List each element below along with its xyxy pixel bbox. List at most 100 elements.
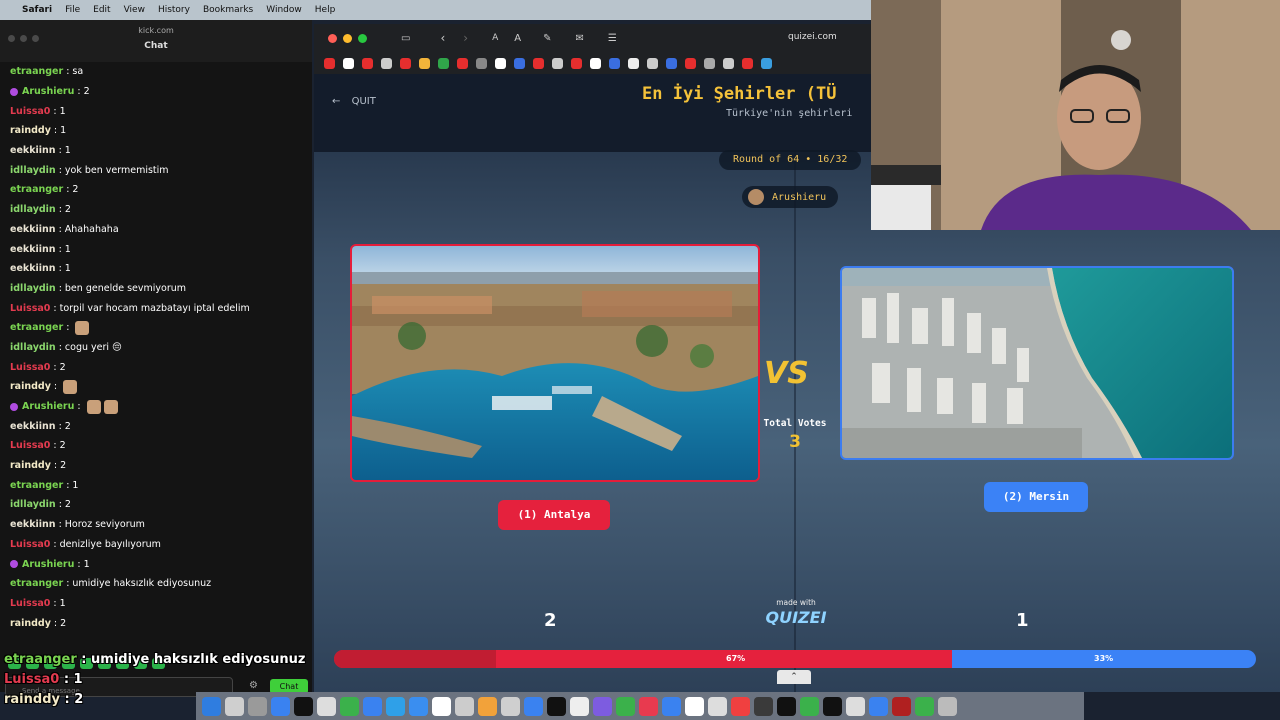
- dock-app-icon[interactable]: [547, 696, 566, 716]
- chat-username[interactable]: rainddy: [10, 618, 51, 629]
- dock-app-icon[interactable]: [271, 696, 290, 716]
- chat-username[interactable]: Luissa0: [10, 598, 50, 609]
- bookmark-icon[interactable]: [476, 57, 487, 69]
- chat-username[interactable]: Luissa0: [10, 539, 50, 550]
- dock-app-icon[interactable]: [662, 696, 681, 716]
- chat-username[interactable]: Arushieru: [22, 86, 74, 97]
- dock-app-icon[interactable]: [455, 696, 474, 716]
- zoom-window-button[interactable]: [358, 33, 367, 43]
- dock-app-icon[interactable]: [616, 696, 635, 716]
- bookmark-icon[interactable]: [761, 57, 772, 69]
- chat-username[interactable]: rainddy: [10, 125, 51, 136]
- chat-username[interactable]: idllaydin: [10, 283, 56, 294]
- dock-app-icon[interactable]: [432, 696, 451, 716]
- dock-app-icon[interactable]: [593, 696, 612, 716]
- dock-app-icon[interactable]: [938, 696, 957, 716]
- chat-username[interactable]: rainddy: [10, 381, 51, 392]
- dock-app-icon[interactable]: [363, 696, 382, 716]
- text-smaller-icon[interactable]: A: [492, 33, 498, 43]
- bookmark-icon[interactable]: [723, 57, 734, 69]
- menu-item-view[interactable]: View: [124, 5, 145, 15]
- dock-app-icon[interactable]: [800, 696, 819, 716]
- chat-username[interactable]: eekkiinn: [10, 145, 56, 156]
- dock-app-icon[interactable]: [892, 696, 911, 716]
- chat-username[interactable]: eekkiinn: [10, 263, 56, 274]
- chat-username[interactable]: Arushieru: [22, 559, 74, 570]
- chat-username[interactable]: Arushieru: [22, 401, 74, 412]
- bookmark-icon[interactable]: [533, 57, 544, 69]
- bookmark-icon[interactable]: [457, 57, 468, 69]
- minimize-window-button[interactable]: [343, 33, 352, 43]
- dock-app-icon[interactable]: [639, 696, 658, 716]
- bookmark-icon[interactable]: [571, 57, 582, 69]
- chat-username[interactable]: eekkiinn: [10, 519, 56, 530]
- bookmark-icon[interactable]: [647, 57, 658, 69]
- bookmark-icon[interactable]: [438, 57, 449, 69]
- address-bar[interactable]: quizei.com: [788, 32, 837, 42]
- chat-username[interactable]: etraanger: [10, 66, 63, 77]
- dock-app-icon[interactable]: [708, 696, 727, 716]
- dock-app-icon[interactable]: [386, 696, 405, 716]
- option-card-antalya[interactable]: [350, 244, 760, 482]
- chat-username[interactable]: Luissa0: [10, 106, 50, 117]
- dock-app-icon[interactable]: [478, 696, 497, 716]
- chat-username[interactable]: idllaydin: [10, 204, 56, 215]
- dock-app-icon[interactable]: [202, 696, 221, 716]
- dock-app-icon[interactable]: [248, 696, 267, 716]
- vote-button-antalya[interactable]: (1) Antalya: [498, 500, 610, 530]
- dock-app-icon[interactable]: [685, 696, 704, 716]
- bookmark-icon[interactable]: [419, 57, 430, 69]
- dock-app-icon[interactable]: [409, 696, 428, 716]
- mail-icon[interactable]: ✉: [575, 33, 583, 44]
- menu-item-history[interactable]: History: [158, 5, 190, 15]
- dock-app-icon[interactable]: [317, 696, 336, 716]
- bookmark-icon[interactable]: [381, 57, 392, 69]
- bookmark-icon[interactable]: [590, 57, 601, 69]
- menu-app-name[interactable]: Safari: [22, 5, 52, 15]
- dock-app-icon[interactable]: [225, 696, 244, 716]
- reader-icon[interactable]: ☰: [608, 33, 617, 44]
- dock-app-icon[interactable]: [846, 696, 865, 716]
- chat-username[interactable]: etraanger: [10, 480, 63, 491]
- close-window-button[interactable]: [328, 33, 337, 43]
- menu-item-help[interactable]: Help: [315, 5, 336, 15]
- window-controls[interactable]: [8, 27, 44, 46]
- chat-username[interactable]: eekkiinn: [10, 244, 56, 255]
- forward-icon[interactable]: ›: [463, 31, 468, 45]
- chat-username[interactable]: etraanger: [10, 184, 63, 195]
- dock-app-icon[interactable]: [340, 696, 359, 716]
- bookmark-icon[interactable]: [495, 57, 506, 69]
- quit-button[interactable]: ← QUIT: [332, 96, 376, 107]
- dock-app-icon[interactable]: [869, 696, 888, 716]
- sidebar-icon[interactable]: ▭: [401, 33, 410, 44]
- menu-item-edit[interactable]: Edit: [93, 5, 110, 15]
- dock-app-icon[interactable]: [501, 696, 520, 716]
- dock-app-icon[interactable]: [777, 696, 796, 716]
- vote-button-mersin[interactable]: (2) Mersin: [984, 482, 1088, 512]
- bookmark-icon[interactable]: [742, 57, 753, 69]
- bookmark-icon[interactable]: [666, 57, 677, 69]
- dock-app-icon[interactable]: [915, 696, 934, 716]
- dock-app-icon[interactable]: [524, 696, 543, 716]
- dock-app-icon[interactable]: [731, 696, 750, 716]
- bookmark-icon[interactable]: [609, 57, 620, 69]
- chevron-up-icon[interactable]: ⌃: [777, 670, 811, 684]
- bookmark-icon[interactable]: [343, 57, 354, 69]
- option-card-mersin[interactable]: [840, 266, 1234, 460]
- chat-username[interactable]: idllaydin: [10, 342, 56, 353]
- menu-item-bookmarks[interactable]: Bookmarks: [203, 5, 253, 15]
- bookmark-icon[interactable]: [362, 57, 373, 69]
- dock-app-icon[interactable]: [754, 696, 773, 716]
- chat-username[interactable]: eekkiinn: [10, 224, 56, 235]
- chat-username[interactable]: Luissa0: [10, 362, 50, 373]
- chat-username[interactable]: etraanger: [10, 322, 63, 333]
- quizei-logo[interactable]: QUIZEI: [760, 608, 832, 627]
- bookmark-icon[interactable]: [552, 57, 563, 69]
- back-icon[interactable]: ‹: [440, 31, 445, 45]
- text-larger-icon[interactable]: A: [514, 33, 521, 44]
- chat-username[interactable]: eekkiinn: [10, 421, 56, 432]
- chat-username[interactable]: rainddy: [10, 460, 51, 471]
- menu-item-file[interactable]: File: [65, 5, 80, 15]
- bookmark-icon[interactable]: [628, 57, 639, 69]
- dock-app-icon[interactable]: [294, 696, 313, 716]
